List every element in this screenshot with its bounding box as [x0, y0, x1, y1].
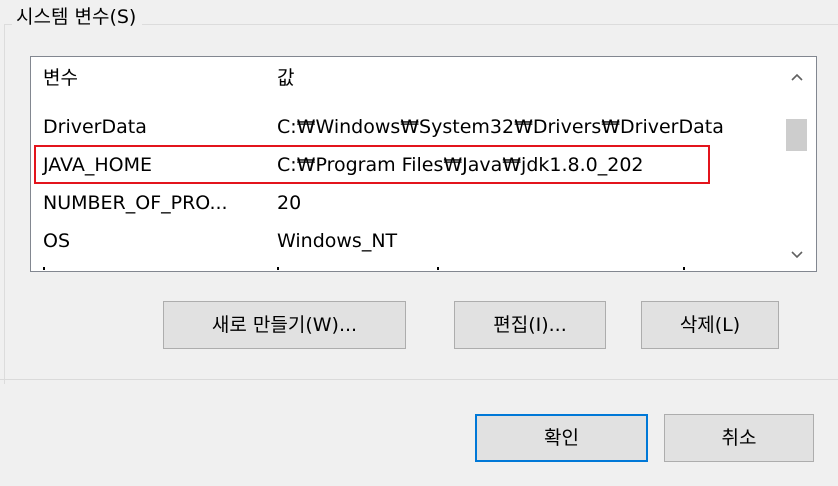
variable-value: C:₩Windows₩System32₩Drivers₩DriverData — [277, 116, 724, 138]
variable-name: DriverData — [43, 116, 147, 138]
variable-value: Windows_NT — [277, 230, 398, 252]
scrollbar-thumb[interactable] — [786, 119, 807, 151]
table-row[interactable]: DriverData C:₩Windows₩System32₩Drivers₩D… — [31, 108, 776, 146]
variable-value: 20 — [277, 192, 302, 214]
table-row[interactable]: OS Windows_NT — [31, 222, 776, 260]
new-button[interactable]: 새로 만들기(W)... — [163, 301, 406, 349]
column-header-value[interactable]: 값 — [277, 59, 294, 97]
divider — [0, 379, 838, 380]
edit-button[interactable]: 편집(I)... — [454, 301, 606, 349]
cancel-button[interactable]: 취소 — [664, 414, 814, 462]
variable-name: OS — [43, 230, 71, 252]
variable-name: JAVA_HOME — [43, 154, 152, 176]
partial-row — [43, 267, 685, 270]
table-row[interactable]: NUMBER_OF_PRO... 20 — [31, 184, 776, 222]
vertical-scrollbar[interactable] — [777, 57, 816, 271]
chevron-down-icon[interactable] — [777, 237, 816, 271]
variable-value: C:₩Program Files₩Java₩jdk1.8.0_202 — [277, 154, 644, 176]
group-title: 시스템 변수(S) — [12, 4, 143, 30]
delete-button[interactable]: 삭제(L) — [641, 301, 779, 349]
table-row[interactable]: JAVA_HOME C:₩Program Files₩Java₩jdk1.8.0… — [31, 146, 776, 184]
ok-button[interactable]: 확인 — [475, 414, 648, 462]
list-header: 변수 값 — [31, 59, 776, 97]
chevron-up-icon[interactable] — [777, 59, 816, 93]
column-header-variable[interactable]: 변수 — [43, 59, 78, 97]
variable-name: NUMBER_OF_PRO... — [43, 192, 228, 214]
system-variables-list[interactable]: 변수 값 DriverData C:₩Windows₩System32₩Driv… — [30, 56, 817, 272]
